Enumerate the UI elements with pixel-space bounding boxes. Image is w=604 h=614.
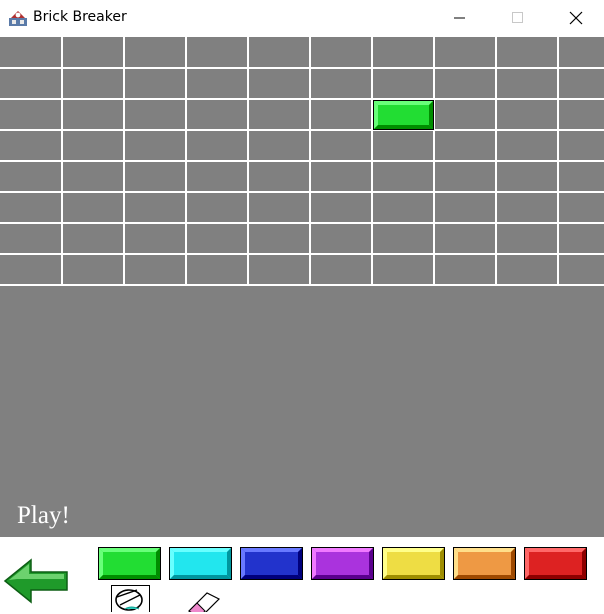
palette-brick-green[interactable] (98, 547, 161, 580)
maximize-button[interactable] (494, 0, 540, 37)
close-button[interactable] (552, 0, 598, 37)
palette-brick-yellow[interactable] (382, 547, 445, 580)
app-icon (8, 9, 28, 27)
palette-brick-purple[interactable] (311, 547, 374, 580)
paint-bucket-icon[interactable] (111, 585, 150, 612)
window-title: Brick Breaker (33, 9, 127, 25)
game-area[interactable]: Play! (0, 37, 604, 537)
title-bar: Brick Breaker (0, 0, 604, 37)
minimize-icon (454, 17, 465, 19)
maximize-icon (512, 12, 523, 23)
play-button[interactable]: Play! (17, 502, 70, 530)
palette-brick-cyan[interactable] (169, 547, 232, 580)
palette-brick-blue[interactable] (240, 547, 303, 580)
close-icon (569, 11, 583, 25)
back-arrow-icon[interactable] (3, 557, 69, 609)
brick-palette (0, 537, 604, 612)
palette-brick-orange[interactable] (453, 547, 516, 580)
placed-brick-green[interactable] (373, 100, 434, 135)
palette-brick-red[interactable] (524, 547, 587, 580)
minimize-button[interactable] (436, 0, 482, 37)
brick-grid[interactable] (0, 37, 604, 297)
eraser-icon[interactable] (185, 585, 225, 612)
